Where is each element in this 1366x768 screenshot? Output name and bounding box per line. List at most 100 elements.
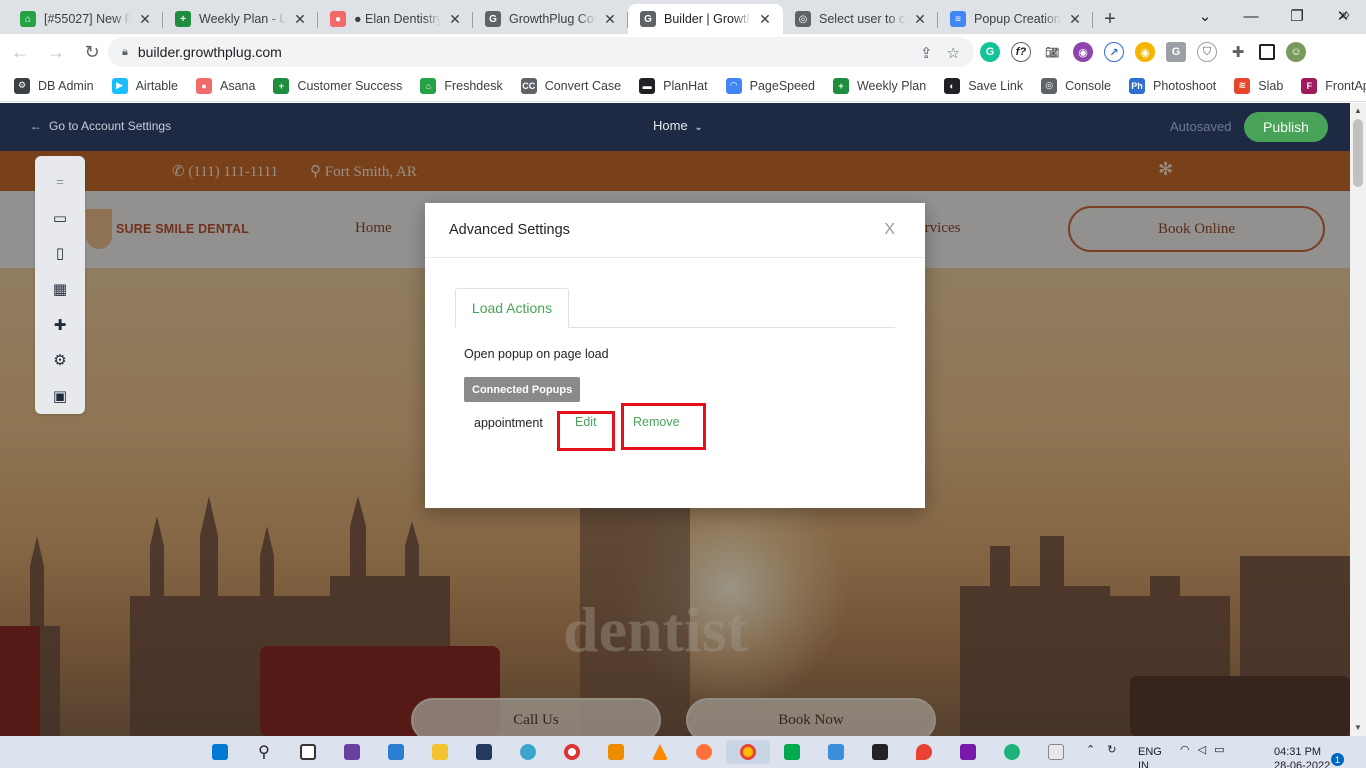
gear-icon[interactable]: ⚙ [44,343,76,379]
back-arrow-icon: ← [30,119,42,133]
g-extension-icon[interactable]: G [1166,42,1186,62]
firefox-icon[interactable] [682,740,726,764]
maps-icon[interactable] [902,740,946,764]
tab-load-actions[interactable]: Load Actions [455,288,569,328]
tab-close-icon[interactable]: ✕ [292,11,308,28]
font-finder-icon[interactable]: f? [1011,42,1031,62]
modal-close-button[interactable]: X [884,221,895,239]
url-text: builder.growthplug.com [137,44,282,60]
browser-tab-2[interactable]: ● ● Elan Dentistry - ✕ [318,4,473,34]
layout-icon[interactable]: ▦ [44,271,76,307]
bookmark-item[interactable]: ≋ Slab [1234,77,1283,94]
tab-close-icon[interactable]: ✕ [912,11,928,28]
folder-icon[interactable]: ▭ [44,200,76,236]
notes-icon[interactable] [814,740,858,764]
browser-tab-5[interactable]: ◎ Select user to ch ✕ [783,4,938,34]
page-scrollbar[interactable]: ▲ ▼ [1350,103,1366,736]
tab-search-icon[interactable]: ⌄ [1182,0,1228,32]
bookmark-star-icon[interactable]: ☆ [947,44,960,62]
sublime-icon[interactable] [594,740,638,764]
bookmark-item[interactable]: CC Convert Case [520,77,621,94]
search-icon[interactable]: ⚲ [242,740,286,764]
chevron-up-icon[interactable]: ⌃ [1086,743,1095,756]
modal-title: Advanced Settings [449,222,570,238]
bookmark-item[interactable]: ▬ PlanHat [639,77,708,94]
bookmark-item[interactable]: ▶ Airtable [111,77,178,94]
taskbar-clock[interactable]: 04:31 PM 28-06-2022 [1274,745,1330,768]
taskbar-apps: ⚲ [198,740,1078,764]
media-player-icon[interactable] [330,740,374,764]
bookmark-item[interactable]: F FrontApp [1301,77,1366,94]
tab-close-icon[interactable]: ✕ [1067,11,1083,28]
share-icon[interactable]: ⇪ [920,44,933,62]
back-arrow-icon[interactable]: ← [4,36,36,68]
go-to-account-settings-link[interactable]: ← Go to Account Settings [30,119,171,133]
sync-icon[interactable]: ↻ [1107,743,1116,756]
bookmark-favicon-icon: ⌂ [420,77,437,94]
bookmark-item[interactable]: + Customer Success [273,77,402,94]
bookmark-item[interactable]: Ph Photoshoot [1129,77,1216,94]
page-selector-dropdown[interactable]: Home ⌄ [653,118,703,133]
battery-icon[interactable]: ▭ [1214,743,1224,756]
meet-icon[interactable] [770,740,814,764]
browser-tab-1[interactable]: + Weekly Plan - UI/ ✕ [163,4,318,34]
vlc-icon[interactable] [638,740,682,764]
notification-badge[interactable]: 1 [1331,753,1344,766]
paint-icon[interactable] [1034,740,1078,764]
volume-icon[interactable]: ◁ [1198,743,1206,756]
tab-close-icon[interactable]: ✕ [602,11,618,28]
side-panel-icon[interactable] [1259,44,1275,60]
camera-icon[interactable]: 📷︎ [1042,42,1062,62]
bookmark-item[interactable]: ◐ Save Link [944,77,1023,94]
record-icon[interactable] [550,740,594,764]
vscode-icon[interactable] [462,740,506,764]
tab-close-icon[interactable]: ✕ [137,11,153,28]
chrome-icon[interactable] [726,740,770,764]
scrollbar-thumb[interactable] [1353,119,1363,187]
publish-button[interactable]: Publish [1244,112,1328,142]
wifi-icon[interactable]: ◠ [1180,743,1190,756]
grammarly-icon[interactable]: G [980,42,1000,62]
task-view-icon[interactable] [286,740,330,764]
scroll-up-icon[interactable]: ▲ [1353,106,1363,116]
page-icon[interactable]: ▯ [44,235,76,271]
bookmarks-more-icon[interactable]: » [1342,6,1350,23]
puzzle-icon[interactable]: ✚ [44,307,76,343]
start-icon[interactable] [198,740,242,764]
language-indicator[interactable]: ENG IN [1138,745,1162,768]
browser-tab-0[interactable]: ⌂ [#55027] New Fe ✕ [8,4,163,34]
browser-tab-4[interactable]: G Builder | Growth ✕ [628,4,783,34]
color-picker-icon[interactable]: ◉ [1073,42,1093,62]
bookmark-item[interactable]: ◠ PageSpeed [725,77,815,94]
bookmark-item[interactable]: ⚙ DB Admin [14,77,94,94]
browser-tab-6[interactable]: ≡ Popup Creation - ✕ [938,4,1093,34]
browser-tab-3[interactable]: G GrowthPlug Con: ✕ [473,4,628,34]
edge-icon[interactable] [990,740,1034,764]
globe-icon[interactable] [506,740,550,764]
tab-close-icon[interactable]: ✕ [447,11,463,28]
color-wheel-icon[interactable]: ◉ [1135,42,1155,62]
tab-close-icon[interactable]: ✕ [757,11,773,28]
scroll-down-icon[interactable]: ▼ [1353,723,1363,733]
forward-arrow-icon[interactable]: → [40,36,72,68]
speed-icon[interactable]: ↗ [1104,42,1124,62]
clock-date: 28-06-2022 [1274,760,1331,768]
bookmark-item[interactable]: ◎ Console [1041,77,1111,94]
file-explorer-icon[interactable] [418,740,462,764]
restore-button[interactable]: ❐ [1274,0,1320,32]
bookmark-item[interactable]: ● Asana [195,77,255,94]
puzzle-extensions-icon[interactable]: ✚ [1228,42,1248,62]
address-bar[interactable]: 🔒︎ builder.growthplug.com ⇪ ☆ [108,37,974,67]
shield-icon[interactable]: ⛉ [1197,42,1217,62]
contact-card-icon[interactable]: ▣ [44,378,76,414]
bookmark-item[interactable]: ⌂ Freshdesk [420,77,503,94]
bookmark-item[interactable]: + Weekly Plan [832,77,926,94]
onenote-icon[interactable] [946,740,990,764]
photos-icon[interactable] [374,740,418,764]
reload-icon[interactable]: ↻ [76,36,108,68]
minimize-button[interactable]: — [1228,0,1274,32]
menu-icon[interactable]: = [44,164,76,200]
new-tab-button[interactable]: + [1093,4,1127,34]
profile-avatar[interactable]: ☺ [1286,42,1306,62]
pycharm-icon[interactable] [858,740,902,764]
